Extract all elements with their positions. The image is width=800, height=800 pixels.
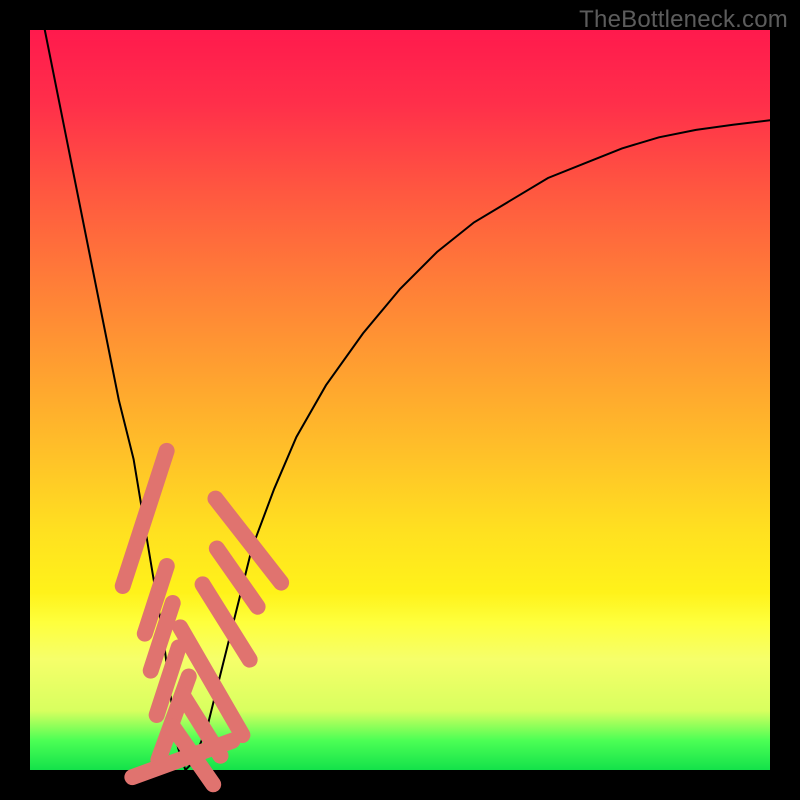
chart-frame: TheBottleneck.com <box>0 0 800 800</box>
marker-layer <box>123 451 281 784</box>
curve-svg <box>30 30 770 770</box>
plot-area <box>30 30 770 770</box>
